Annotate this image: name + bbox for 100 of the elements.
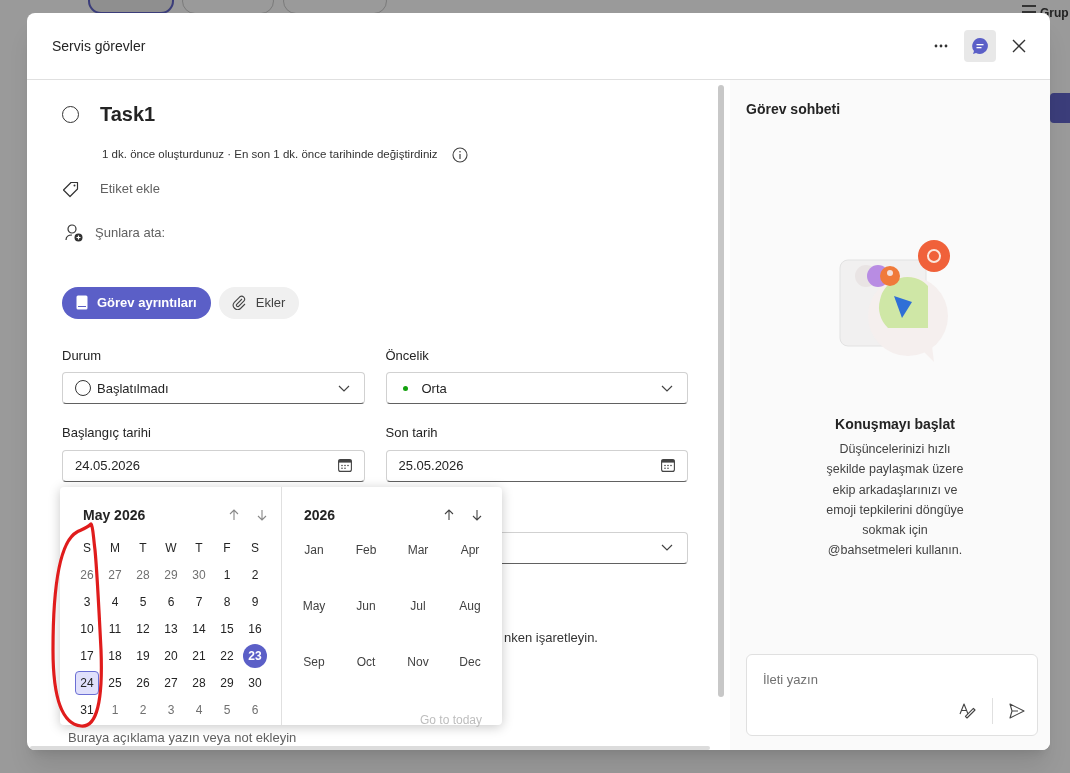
day-cell[interactable]: 18 (103, 643, 127, 668)
day-cell[interactable]: 29 (215, 670, 239, 695)
day-cell[interactable]: 27 (103, 562, 127, 587)
month-cell[interactable]: Jun (356, 597, 376, 615)
day-cell[interactable]: 25 (103, 670, 127, 695)
month-title[interactable]: May 2026 (83, 504, 229, 526)
day-cell[interactable]: 8 (215, 589, 239, 614)
chevron-down-icon (661, 384, 673, 392)
day-cell[interactable]: 28 (131, 562, 155, 587)
date-field[interactable]: 25.05.2026 (385, 449, 688, 482)
day-cell[interactable]: 26 (75, 562, 99, 587)
weekday-label: T (139, 540, 147, 557)
format-text-icon[interactable] (959, 702, 977, 720)
day-cell[interactable]: 28 (187, 670, 211, 695)
weekday-label: M (110, 540, 120, 557)
year-title[interactable]: 2026 (304, 504, 444, 526)
vertical-scrollbar[interactable] (718, 85, 724, 697)
tag-icon (62, 180, 79, 198)
dialog-title: Servis görevler (52, 36, 147, 56)
day-cell[interactable]: 4 (103, 589, 127, 614)
day-cell[interactable]: 30 (243, 670, 267, 695)
day-cell[interactable]: 10 (75, 616, 99, 641)
chat-heading: Konuşmayı başlat (835, 415, 955, 434)
day-cell[interactable]: 20 (159, 643, 183, 668)
day-cell[interactable]: 1 (215, 562, 239, 587)
day-cell[interactable]: 2 (131, 697, 155, 722)
month-cell[interactable]: Dec (459, 653, 481, 671)
paperclip-icon (231, 295, 247, 311)
weekday-label: S (83, 540, 91, 557)
label-field[interactable]: Etiket ekle (100, 179, 160, 199)
day-cell[interactable]: 14 (187, 616, 211, 641)
day-cell[interactable]: 6 (159, 589, 183, 614)
day-cell[interactable]: 3 (159, 697, 183, 722)
month-cell[interactable]: Oct (356, 653, 376, 671)
horizontal-scrollbar[interactable] (30, 746, 710, 750)
day-cell[interactable]: 1 (103, 697, 127, 722)
chevron-down-icon (337, 384, 350, 392)
weekday-label: W (165, 540, 177, 557)
assign-person-icon (64, 222, 84, 243)
day-cell[interactable]: 12 (131, 616, 155, 641)
day-cell[interactable]: 15 (215, 616, 239, 641)
message-input[interactable]: İleti yazın (746, 654, 1038, 736)
day-cell[interactable]: 24 (75, 670, 99, 695)
calendar-icon[interactable] (661, 459, 675, 473)
hint-text: nken işaretleyin. (504, 628, 598, 647)
month-cell[interactable]: Apr (460, 541, 480, 559)
date-field[interactable]: 24.05.2026 (62, 449, 365, 482)
dropdown-field[interactable]: Başlatılmadı (62, 372, 365, 405)
message-placeholder: İleti yazın (763, 671, 818, 689)
month-cell[interactable]: Jul (410, 597, 426, 615)
arrow-up-icon[interactable] (444, 509, 454, 521)
day-cell[interactable]: 19 (131, 643, 155, 668)
field-label: Durum (62, 346, 102, 365)
day-cell[interactable]: 11 (103, 616, 127, 641)
chevron-down-icon (661, 544, 673, 552)
day-cell[interactable]: 22 (215, 643, 239, 668)
arrow-down-icon[interactable] (472, 509, 482, 521)
assign-label[interactable]: Şunlara ata: (95, 223, 166, 243)
day-cell[interactable]: 3 (75, 589, 99, 614)
more-icon (934, 44, 948, 48)
day-cell[interactable]: 23 (243, 643, 267, 668)
day-cell[interactable]: 30 (187, 562, 211, 587)
month-cell[interactable]: May (302, 597, 326, 615)
day-cell[interactable]: 4 (187, 697, 211, 722)
notes-field[interactable]: Buraya açıklama yazın veya not ekleyin (68, 730, 297, 746)
month-cell[interactable]: Feb (355, 541, 377, 559)
weekday-label: S (251, 540, 259, 557)
field-label: Öncelik (385, 346, 430, 365)
month-cell[interactable]: Mar (407, 541, 429, 559)
book-icon (76, 295, 88, 311)
day-cell[interactable]: 26 (131, 670, 155, 695)
tab[interactable]: Ekler (218, 286, 300, 319)
day-cell[interactable]: 17 (75, 643, 99, 668)
day-cell[interactable]: 29 (159, 562, 183, 587)
calendar-icon[interactable] (337, 459, 352, 473)
chat-description: Düşüncelerinizi hızlı şekilde paylaşmak üzere ekip arkadaşlarınızı ve emoji tepkilerini döngüye sokmak için @bahsetmeleri kullanın. (825, 441, 965, 560)
day-cell[interactable]: 27 (159, 670, 183, 695)
close-icon[interactable] (1012, 39, 1026, 53)
month-cell[interactable]: Jan (304, 541, 324, 559)
tab[interactable]: Görev ayrıntıları (62, 286, 211, 319)
chat-title: Görev sohbeti (746, 100, 841, 119)
chat-button[interactable] (964, 30, 996, 62)
day-cell[interactable]: 31 (75, 697, 99, 722)
day-cell[interactable]: 16 (243, 616, 267, 641)
day-cell[interactable]: 5 (131, 589, 155, 614)
day-cell[interactable]: 9 (243, 589, 267, 614)
day-cell[interactable]: 6 (243, 697, 267, 722)
day-cell[interactable]: 21 (187, 643, 211, 668)
dropdown-field[interactable]: Orta (385, 372, 688, 405)
month-cell[interactable]: Nov (407, 653, 429, 671)
send-icon[interactable] (1008, 702, 1026, 720)
day-cell[interactable]: 2 (243, 562, 267, 587)
weekday-label: F (223, 540, 231, 557)
chat-icon (971, 37, 989, 55)
month-cell[interactable]: Sep (303, 653, 325, 671)
day-cell[interactable]: 7 (187, 589, 211, 614)
month-cell[interactable]: Aug (459, 597, 481, 615)
day-cell[interactable]: 13 (159, 616, 183, 641)
info-icon[interactable] (451, 146, 468, 163)
day-cell[interactable]: 5 (215, 697, 239, 722)
